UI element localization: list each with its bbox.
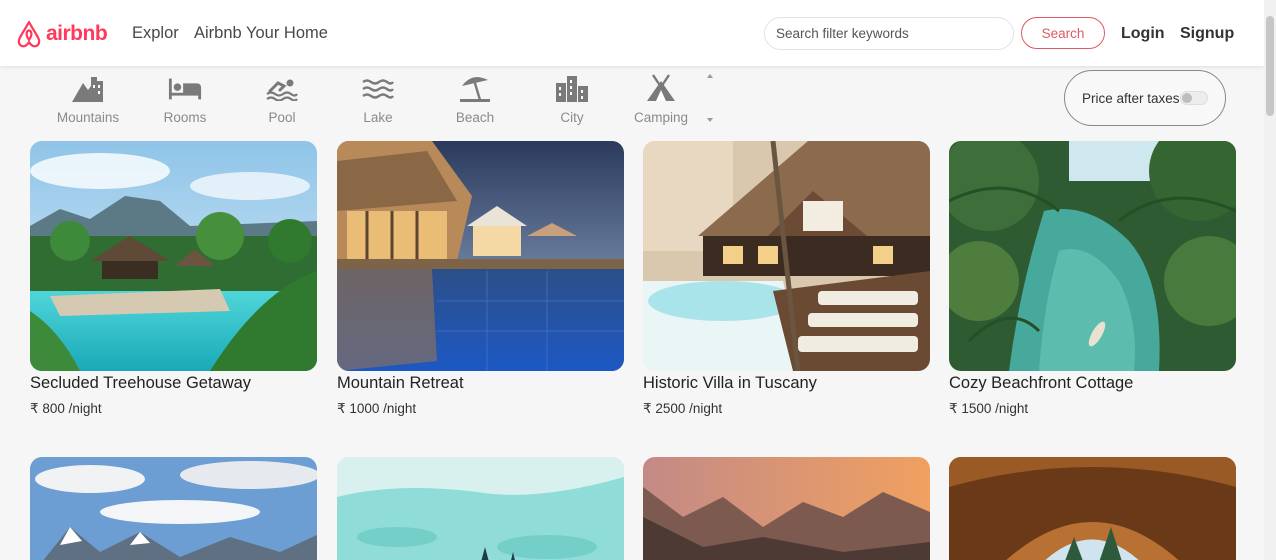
brand-logo[interactable]: airbnb [16, 20, 108, 48]
listing-image[interactable] [30, 141, 317, 371]
campground-icon [644, 74, 678, 104]
nav-link-host-home[interactable]: Airbnb Your Home [194, 24, 328, 43]
filter-beach[interactable]: Beach [435, 74, 515, 126]
bed-icon [168, 74, 202, 104]
filter-label: Pool [268, 110, 296, 125]
umbrella-beach-icon [458, 74, 492, 104]
filter-camping[interactable]: Camping [621, 74, 701, 126]
listing-image[interactable] [949, 457, 1236, 560]
tax-toggle-label: Price after taxes [1082, 91, 1180, 106]
nav-link-explore[interactable]: Explor [132, 24, 179, 43]
listing-card[interactable] [949, 457, 1236, 560]
listing-card[interactable]: Cozy Beachfront Cottage ₹ 1500 /night [949, 141, 1236, 421]
listing-image[interactable] [643, 141, 930, 371]
listing-image[interactable] [30, 457, 317, 560]
filter-label: Mountains [56, 110, 120, 125]
page-scrollbar[interactable] [1264, 0, 1276, 560]
login-link[interactable]: Login [1121, 25, 1165, 43]
airbnb-logo-icon [17, 20, 41, 48]
listing-title[interactable]: Secluded Treehouse Getaway [30, 374, 251, 393]
city-icon [555, 74, 589, 104]
filter-label: Beach [455, 110, 495, 125]
filter-scrollbar[interactable] [704, 70, 716, 126]
listing-card[interactable] [30, 457, 317, 560]
listing-card[interactable]: Historic Villa in Tuscany ₹ 2500 /night [643, 141, 930, 421]
listing-price: ₹ 2500 /night [643, 401, 723, 416]
search-input[interactable] [764, 17, 1014, 50]
filter-label: Rooms [163, 110, 207, 125]
toggle-knob [1182, 93, 1192, 103]
filter-lake[interactable]: Lake [338, 74, 418, 126]
water-icon [361, 74, 395, 104]
scroll-down-icon[interactable] [707, 118, 713, 122]
listing-image[interactable] [337, 141, 624, 371]
listing-card[interactable]: Mountain Retreat ₹ 1000 /night [337, 141, 624, 421]
filter-label: Camping [633, 110, 689, 125]
filter-label: Lake [363, 110, 393, 125]
filter-pool[interactable]: Pool [242, 74, 322, 126]
listing-price: ₹ 800 /night [30, 401, 102, 416]
scroll-up-icon[interactable] [707, 74, 713, 78]
filter-mountains[interactable]: Mountains [48, 74, 128, 126]
signup-link[interactable]: Signup [1180, 25, 1234, 43]
filter-label: City [560, 110, 584, 125]
listing-image[interactable] [337, 457, 624, 560]
tax-toggle-switch[interactable] [1180, 91, 1208, 105]
listing-title[interactable]: Mountain Retreat [337, 374, 464, 393]
listing-card[interactable]: Secluded Treehouse Getaway ₹ 800 /night [30, 141, 317, 421]
listing-price: ₹ 1500 /night [949, 401, 1029, 416]
listing-card[interactable] [337, 457, 624, 560]
filter-rooms[interactable]: Rooms [145, 74, 225, 126]
listing-card[interactable] [643, 457, 930, 560]
listing-title[interactable]: Historic Villa in Tuscany [643, 374, 817, 393]
mountain-city-icon [71, 74, 105, 104]
search-button[interactable]: Search [1021, 17, 1105, 49]
listing-title[interactable]: Cozy Beachfront Cottage [949, 374, 1133, 393]
listing-image[interactable] [643, 457, 930, 560]
brand-name: airbnb [46, 22, 108, 45]
listing-price: ₹ 1000 /night [337, 401, 417, 416]
page-scrollbar-thumb[interactable] [1266, 16, 1274, 116]
swimmer-icon [265, 74, 299, 104]
navbar: airbnb Explor Airbnb Your Home Search Lo… [0, 0, 1264, 66]
filter-city[interactable]: City [532, 74, 612, 126]
listing-image[interactable] [949, 141, 1236, 371]
